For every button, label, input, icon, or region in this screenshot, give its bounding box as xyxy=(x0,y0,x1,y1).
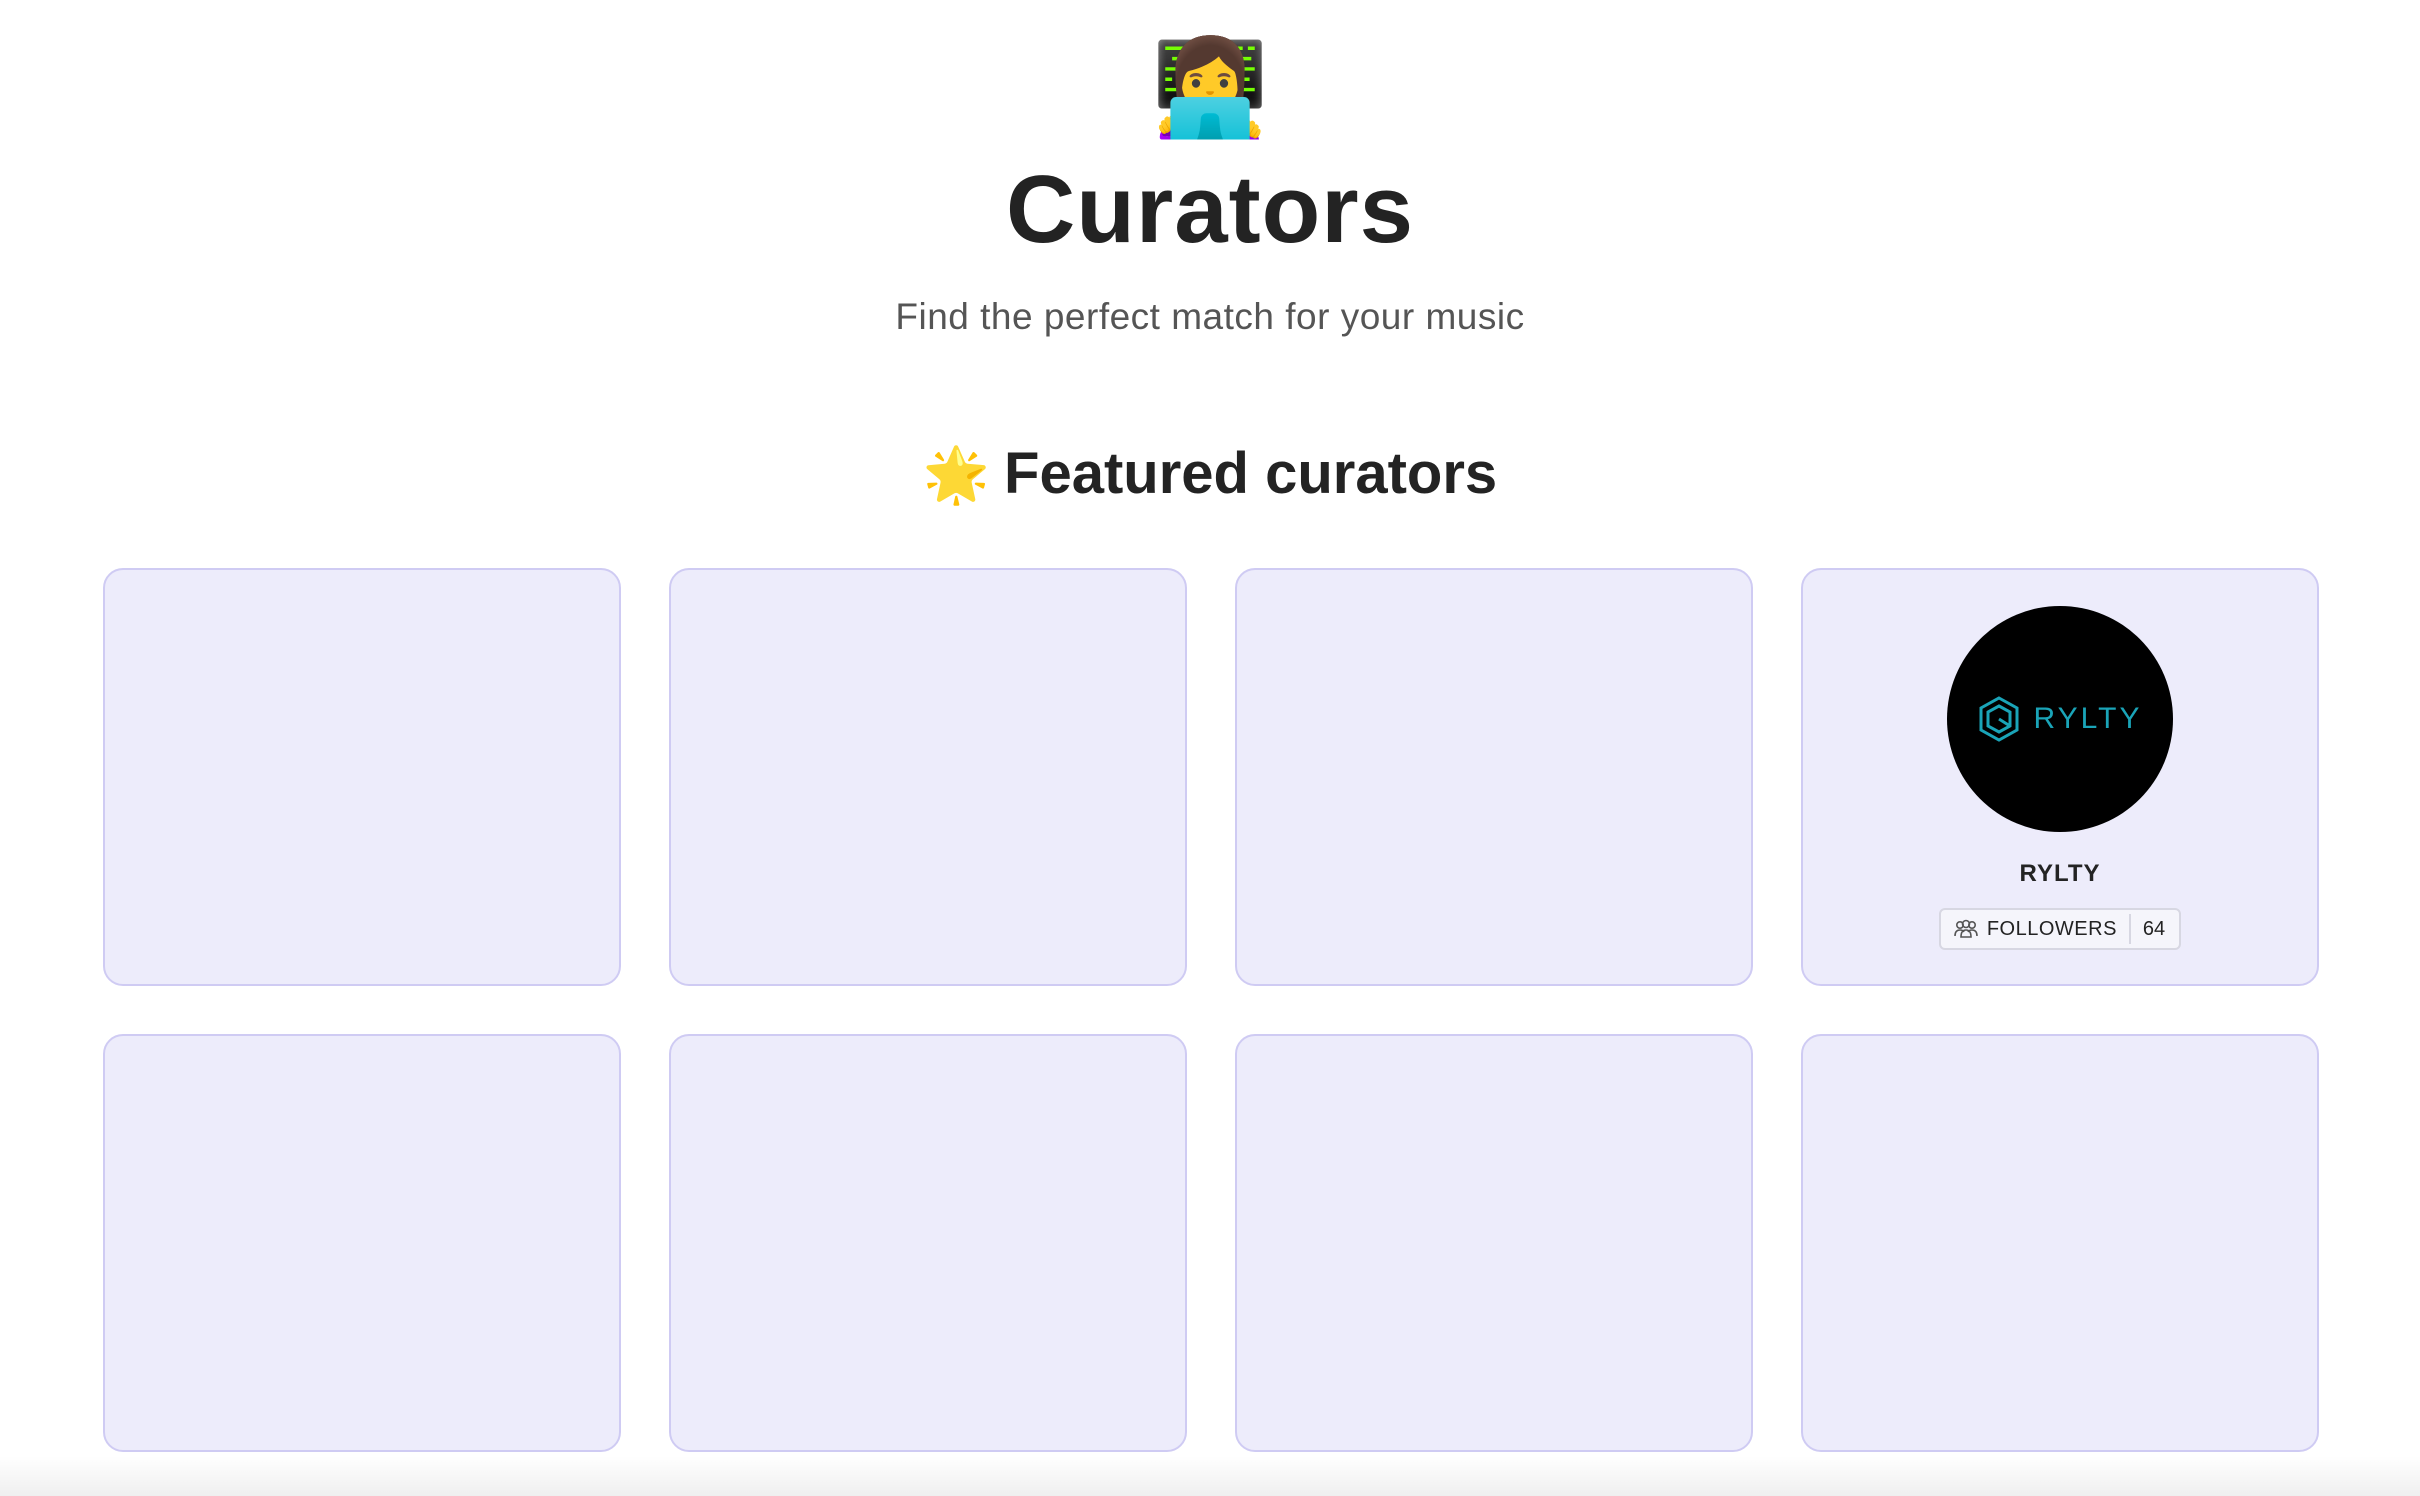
followers-label-group: FOLLOWERS xyxy=(1941,918,2129,941)
followers-label: FOLLOWERS xyxy=(1986,917,2117,940)
star-icon: 🌟 xyxy=(922,445,991,505)
bottom-fade xyxy=(0,1456,2420,1496)
curator-card-6[interactable] xyxy=(669,1034,1187,1452)
featured-curators-title: Featured curators xyxy=(1004,441,1498,506)
people-icon xyxy=(1954,919,1978,938)
rylty-logo-icon xyxy=(1979,696,2019,742)
followers-badge: FOLLOWERS 64 xyxy=(1938,908,2182,950)
followers-count: 64 xyxy=(2142,917,2166,940)
featured-curators-grid: RYLTY RYLTY FOLLOWERS 64 xyxy=(103,568,2319,1452)
page-subtitle: Find the perfect match for your music xyxy=(895,296,1525,337)
woman-technologist-icon: 👩‍💻 xyxy=(1151,35,1269,140)
curator-card-8[interactable] xyxy=(1801,1034,2319,1452)
curator-card-rylty[interactable]: RYLTY RYLTY FOLLOWERS 64 xyxy=(1801,568,2319,986)
curator-card-5[interactable] xyxy=(103,1034,621,1452)
curator-card-7[interactable] xyxy=(1235,1034,1753,1452)
page-title: Curators xyxy=(1005,156,1415,263)
curator-name[interactable]: RYLTY xyxy=(2020,858,2101,890)
curator-card-2[interactable] xyxy=(669,568,1187,986)
curators-page: 👩‍💻 Curators Find the perfect match for … xyxy=(0,0,2420,1496)
featured-curators-heading: 🌟 Featured curators xyxy=(0,434,2420,515)
curator-card-content: RYLTY RYLTY FOLLOWERS 64 xyxy=(1803,606,2317,950)
rylty-logo-text: RYLTY xyxy=(2033,702,2143,735)
curator-card-1[interactable] xyxy=(103,568,621,986)
curator-card-3[interactable] xyxy=(1235,568,1753,986)
curator-avatar[interactable]: RYLTY xyxy=(1947,606,2173,832)
